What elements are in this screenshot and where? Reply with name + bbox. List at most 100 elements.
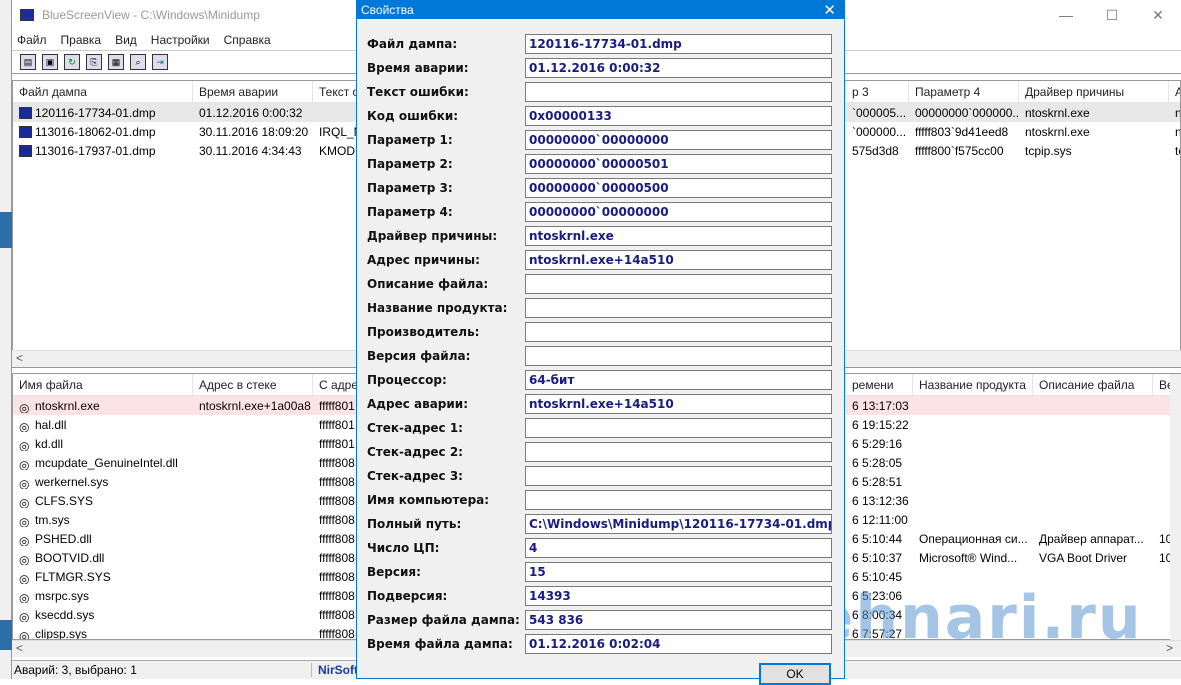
list-cell: 30.11.2016 18:09:20 — [193, 125, 313, 139]
cell-text: msrpc.sys — [35, 588, 89, 603]
property-value-field[interactable]: ntoskrnl.exe+14a510 — [525, 394, 832, 414]
column-header[interactable]: Адрес в стеке — [193, 374, 313, 396]
close-button[interactable]: ✕ — [1135, 0, 1181, 30]
property-value-field[interactable] — [525, 322, 832, 342]
refresh-icon[interactable]: ↻ — [64, 54, 80, 70]
properties-icon[interactable]: ▤ — [20, 54, 36, 70]
property-label: Имя компьютера: — [367, 493, 490, 507]
list-cell: ◎ hal.dll — [13, 418, 193, 432]
property-value-field[interactable]: 01.12.2016 0:00:32 — [525, 58, 832, 78]
property-value-field[interactable]: 00000000`00000501 — [525, 154, 832, 174]
dialog-close-button[interactable]: ✕ — [823, 1, 836, 19]
cell-text: Операционная си... — [919, 531, 1028, 546]
property-row: Стек-адрес 3: — [367, 466, 837, 486]
column-header[interactable]: Имя файла — [13, 374, 193, 396]
property-label: Версия файла: — [367, 349, 471, 363]
property-value-field[interactable]: ntoskrnl.exe — [525, 226, 832, 246]
property-value-field[interactable] — [525, 298, 832, 318]
property-value-field[interactable]: 120116-17734-01.dmp — [525, 34, 832, 54]
save-icon[interactable]: ▣ — [42, 54, 58, 70]
module-list-vscrollbar[interactable] — [1170, 374, 1181, 640]
property-value-field[interactable] — [525, 466, 832, 486]
menu-help[interactable]: Справка — [224, 33, 271, 47]
menu-view[interactable]: Вид — [115, 33, 137, 47]
cell-text: fffff801 — [319, 398, 355, 413]
column-header[interactable]: Файл дампа — [13, 81, 193, 103]
property-value-field[interactable] — [525, 442, 832, 462]
property-value-field[interactable] — [525, 82, 832, 102]
minimize-button[interactable]: — — [1043, 0, 1089, 30]
property-label: Драйвер причины: — [367, 229, 498, 243]
property-value-field[interactable]: C:\Windows\Minidump\120116-17734-01.dmp — [525, 514, 832, 534]
cell-text: Microsoft® Wind... — [919, 550, 1018, 565]
window-title: BlueScreenView - C:\Windows\Minidump — [42, 8, 260, 22]
property-row: Версия файла: — [367, 346, 837, 366]
nirsoft-link[interactable]: NirSoft — [312, 663, 358, 677]
property-value-field[interactable] — [525, 490, 832, 510]
property-row: Число ЦП: 4 — [367, 538, 837, 558]
column-header[interactable]: Время аварии — [193, 81, 313, 103]
property-value-field[interactable]: 01.12.2016 0:02:04 — [525, 634, 832, 654]
menu-file[interactable]: Файл — [17, 33, 47, 47]
property-label: Время аварии: — [367, 61, 469, 75]
list-cell: ◎ ksecdd.sys — [13, 608, 193, 622]
list-cell: 6 13:17:03 — [846, 399, 913, 413]
menu-edit[interactable]: Правка — [61, 33, 102, 47]
property-value-field[interactable]: 15 — [525, 562, 832, 582]
property-value-field[interactable] — [525, 274, 832, 294]
list-cell: ◎ BOOTVID.dll — [13, 551, 193, 565]
find-icon[interactable]: ⌕ — [130, 54, 146, 70]
property-value-field[interactable]: 00000000`00000000 — [525, 130, 832, 150]
property-value-field[interactable]: ntoskrnl.exe+14a510 — [525, 250, 832, 270]
cell-text: nt — [1175, 125, 1180, 139]
cell-text: FLTMGR.SYS — [35, 569, 111, 584]
column-header[interactable]: Драйвер причины — [1019, 81, 1169, 103]
property-value-field[interactable] — [525, 418, 832, 438]
module-file-icon: ◎ — [19, 590, 30, 603]
property-label: Описание файла: — [367, 277, 489, 291]
column-header[interactable]: ремени — [846, 374, 913, 396]
list-cell: ntoskrnl.exe — [1019, 125, 1169, 139]
cell-text: hal.dll — [35, 417, 67, 432]
property-value-field[interactable]: 0x00000133 — [525, 106, 832, 126]
property-value-field[interactable]: 00000000`00000000 — [525, 202, 832, 222]
property-value-field[interactable]: 00000000`00000500 — [525, 178, 832, 198]
cell-text: 113016-17937-01.dmp — [35, 143, 156, 158]
cell-text: tc — [1175, 143, 1180, 158]
cell-text: 6 13:12:36 — [852, 493, 909, 508]
property-value-field[interactable]: 543 836 — [525, 610, 832, 630]
copy-icon[interactable]: ⎘ — [86, 54, 102, 70]
column-header[interactable]: Название продукта — [913, 374, 1033, 396]
property-value-field[interactable]: 14393 — [525, 586, 832, 606]
list-cell: 6 19:15:22 — [846, 418, 913, 432]
column-header[interactable]: Описание файла — [1033, 374, 1153, 396]
menu-settings[interactable]: Настройки — [151, 33, 210, 47]
module-file-icon: ◎ — [19, 571, 30, 584]
property-value-field[interactable] — [525, 346, 832, 366]
list-cell: ◎ FLTMGR.SYS — [13, 570, 193, 584]
property-value-field[interactable]: 64-бит — [525, 370, 832, 390]
property-value-field[interactable]: 4 — [525, 538, 832, 558]
cell-text: ntoskrnl.exe — [1025, 105, 1090, 120]
column-header[interactable]: р 3 — [846, 81, 909, 103]
property-row: Версия: 15 — [367, 562, 837, 582]
list-cell: 113016-17937-01.dmp — [13, 144, 193, 158]
column-header[interactable]: Ве — [1153, 374, 1171, 396]
column-header[interactable]: Ад — [1169, 81, 1180, 103]
list-cell: tc — [1169, 143, 1180, 158]
property-label: Параметр 4: — [367, 205, 453, 219]
column-header[interactable]: Параметр 4 — [909, 81, 1019, 103]
module-file-icon: ◎ — [19, 628, 30, 640]
exit-icon[interactable]: ⇥ — [152, 54, 168, 70]
ok-button[interactable]: OK — [759, 663, 831, 685]
list-cell: 6 5:29:16 — [846, 437, 913, 451]
property-row: Код ошибки: 0x00000133 — [367, 106, 837, 126]
module-file-icon: ◎ — [19, 495, 30, 508]
html-report-icon[interactable]: ▦ — [108, 54, 124, 70]
cell-text: tm.sys — [35, 512, 70, 527]
cell-text: 6 5:10:44 — [852, 531, 903, 546]
property-label: Число ЦП: — [367, 541, 440, 555]
cell-text: fffff808 — [319, 493, 355, 508]
maximize-button[interactable]: ☐ — [1089, 0, 1135, 30]
property-label: Адрес аварии: — [367, 397, 468, 411]
